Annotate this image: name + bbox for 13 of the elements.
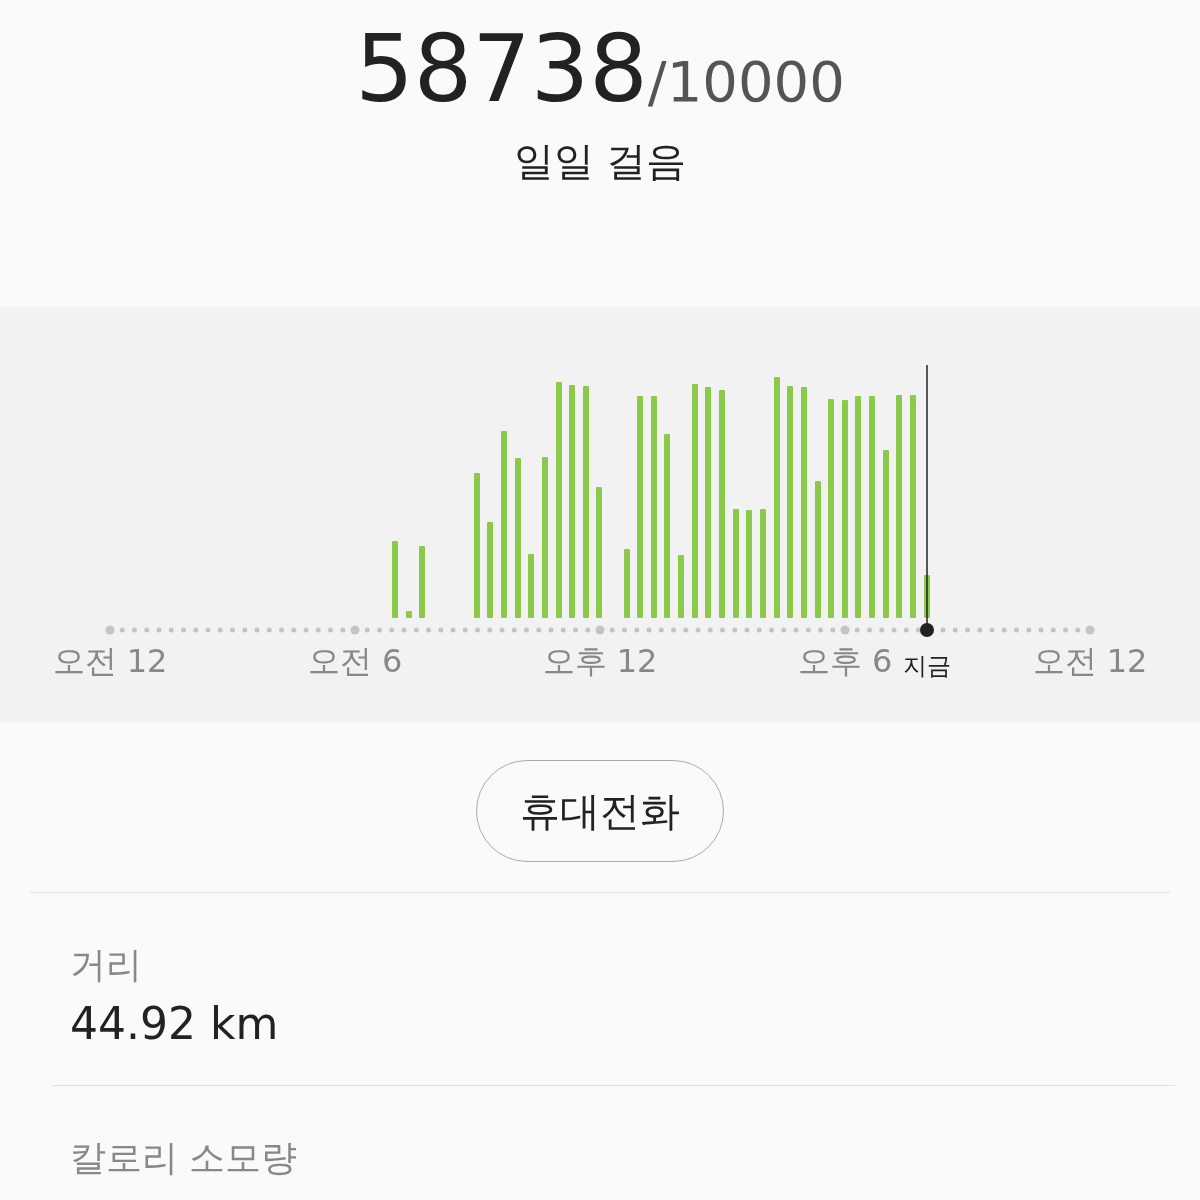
stat-label: 거리 bbox=[70, 943, 143, 987]
step-count: 58738 bbox=[355, 15, 648, 125]
device-button[interactable]: 휴대전화 bbox=[476, 760, 724, 862]
stat-value: 44.92 km bbox=[70, 998, 280, 1049]
step-goal: /10000 bbox=[647, 49, 845, 114]
time-axis-label: 오전 12 bbox=[1032, 642, 1148, 680]
time-axis-label: 오후 6 bbox=[797, 642, 893, 680]
time-axis-label: 오전 6 bbox=[307, 642, 403, 680]
daily-steps-label: 일일 걸음 bbox=[513, 137, 687, 186]
time-axis-label: 오후 12 bbox=[542, 642, 658, 680]
now-label: 지금 bbox=[903, 652, 951, 680]
stat-label: 칼로리 소모량 bbox=[70, 1136, 299, 1180]
time-axis-label: 오전 12 bbox=[52, 642, 168, 680]
